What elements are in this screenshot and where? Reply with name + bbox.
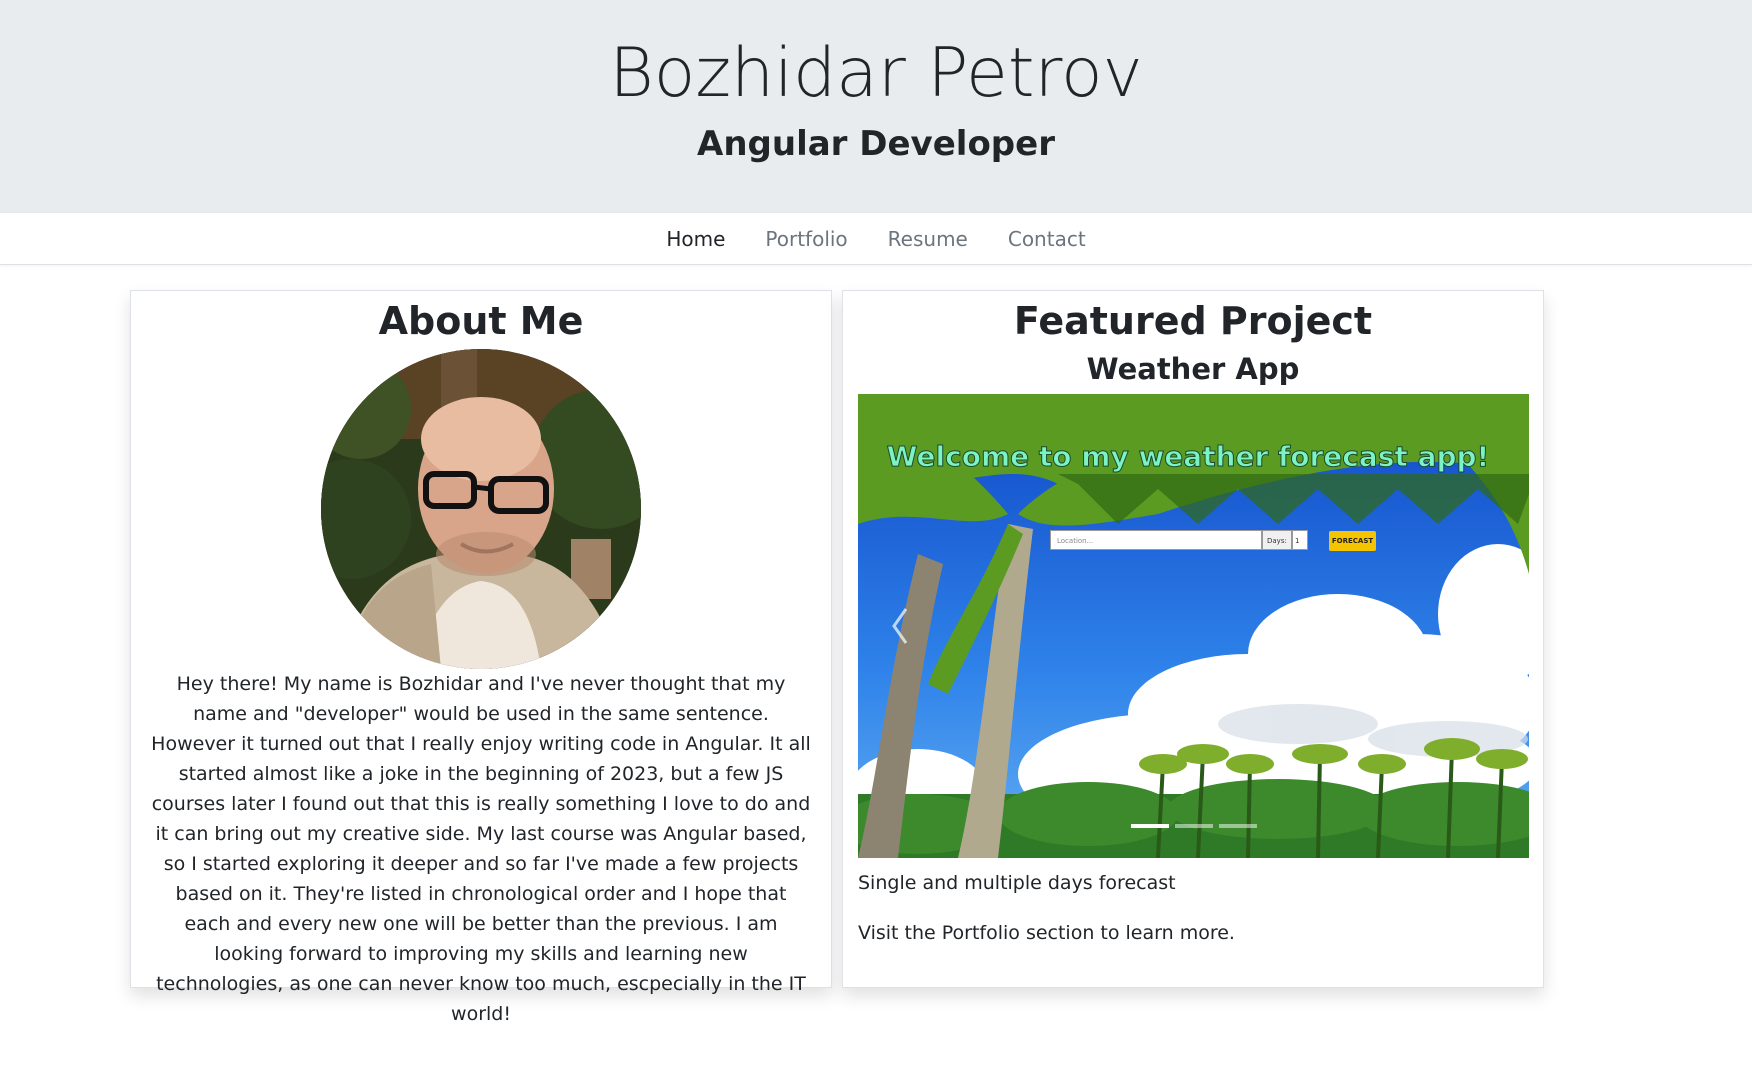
slide-headline: Welcome to my weather forecast app! [887, 440, 1490, 473]
project-carousel: Welcome to my weather forecast app! Loca… [858, 394, 1529, 858]
slide-forecast-button: FORECAST [1329, 531, 1376, 551]
project-name: Weather App [1086, 352, 1300, 386]
hero-header: Bozhidar Petrov Angular Developer [0, 0, 1752, 213]
featured-project-card: Featured Project Weather App Welcome to … [842, 290, 1544, 988]
carousel-indicator-2[interactable] [1174, 824, 1213, 828]
site-owner-role: Angular Developer [697, 124, 1055, 164]
nav-contact[interactable]: Contact [988, 227, 1106, 251]
slide-location-input: Location... [1050, 530, 1262, 550]
chevron-left-icon [888, 604, 928, 652]
about-text: Hey there! My name is Bozhidar and I've … [151, 673, 811, 1025]
carousel-indicators [858, 824, 1529, 828]
chevron-right-icon [1459, 604, 1499, 652]
profile-photo [321, 349, 641, 669]
carousel-prev-button[interactable] [888, 604, 928, 652]
carousel-next-button[interactable] [1459, 604, 1499, 652]
project-section-title: Featured Project [1013, 299, 1373, 343]
project-more-text: Visit the Portfolio section to learn mor… [858, 922, 1235, 944]
project-description: Single and multiple days forecast [858, 872, 1176, 894]
carousel-indicator-3[interactable] [1218, 824, 1257, 828]
carousel-indicator-1[interactable] [1130, 824, 1169, 828]
about-card: About Me Hey there! My name is Bozhidar … [130, 290, 832, 1025]
nav-home[interactable]: Home [646, 227, 745, 251]
avatar [321, 349, 641, 669]
nav-portfolio[interactable]: Portfolio [745, 227, 867, 251]
slide-days-label: Days: [1262, 530, 1292, 550]
about-title: About Me [378, 299, 584, 343]
nav-resume[interactable]: Resume [868, 227, 988, 251]
weather-app-screenshot: Welcome to my weather forecast app! [858, 394, 1529, 858]
site-owner-name: Bozhidar Petrov [609, 34, 1143, 113]
main-navbar: Home Portfolio Resume Contact [0, 213, 1752, 265]
slide-days-select: 1 [1292, 530, 1308, 550]
